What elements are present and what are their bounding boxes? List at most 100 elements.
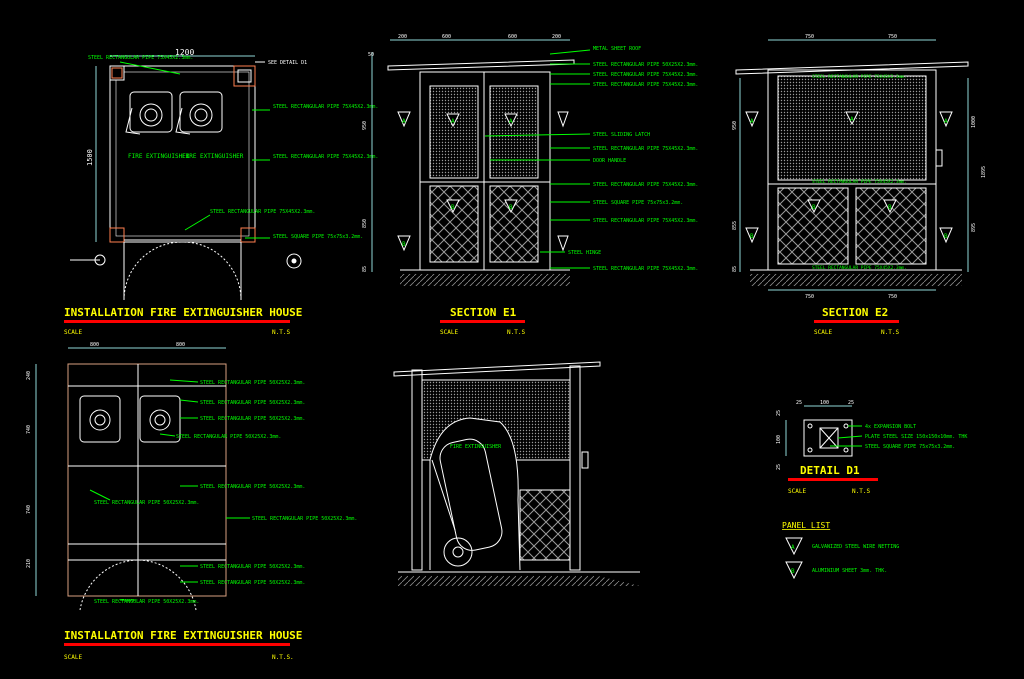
roof	[387, 59, 575, 71]
panel-list: PANEL LIST A GALVANIZED STEEL WIRE NETTI…	[782, 521, 899, 580]
callout: DOOR HANDLE	[593, 158, 626, 164]
diag-panel	[777, 187, 849, 265]
callout: STEEL RECTANGULAR PIPE 75X45X2.3mm.	[593, 82, 698, 88]
drawing-title: DETAIL D1	[800, 464, 860, 477]
dim: 200	[552, 34, 561, 40]
section-e1-labels: 200 600 600 200 50 950 850 85 A B A A B …	[362, 34, 698, 336]
title-underline	[788, 478, 878, 481]
detail-d1-labels: 25 100 25 25 100 25 4x EXPANSION BOLT PL…	[776, 400, 967, 495]
detail-d1	[785, 405, 863, 457]
callout: STEEL HINGE	[568, 250, 601, 256]
extinguisher-icon	[139, 395, 181, 443]
callout: STEEL RECTANGULAR PIPE 75X45X2.3mm.	[593, 72, 698, 78]
callout: STEEL SQUARE PIPE 75x75x3.2mm.	[865, 444, 955, 450]
dim: 750	[805, 34, 814, 40]
callout: METAL SHEET ROOF	[593, 46, 641, 52]
roof	[393, 361, 601, 377]
callout: STEEL RECTANGULAR PIPE 75X45X2.3mm.	[593, 182, 698, 188]
callout: STEEL RECTANGULAR PIPE 75X45X2.3mm.	[593, 218, 698, 224]
panel-mark: B	[451, 204, 455, 211]
extinguisher-label: FIRE EXTINGUISHER	[450, 444, 502, 450]
dim: 85	[362, 266, 368, 272]
dim: 210	[26, 559, 32, 568]
panel-list-title: PANEL LIST	[782, 521, 830, 530]
dim: 750	[805, 294, 814, 300]
plan-bottom-labels: 800 800 240 740 740 210 STEEL RECTANGULA…	[26, 342, 357, 661]
diag-panel	[489, 185, 539, 263]
callout: STEEL RECTANGULAR PIPE 50X25X2.3mm.	[200, 564, 305, 570]
corner-post	[233, 65, 256, 87]
dim: 200	[398, 34, 407, 40]
dim: 800	[176, 342, 185, 348]
callout: STEEL RECTANGULAR PIPE 50X25X2.3mm.	[200, 400, 305, 406]
extinguisher-label: FIRE EXTINGUISHER	[128, 153, 190, 160]
dim: 750	[888, 34, 897, 40]
scale-value: N.T.S	[507, 329, 525, 336]
callout: STEEL RECTANGULAR PIPE 50X25X2.3mm.	[200, 484, 305, 490]
extinguisher-icon	[125, 91, 173, 135]
title-underline	[814, 320, 899, 323]
inner-label: STEEL RECTANGULAR PIPE 75X45X2.3mm.	[812, 74, 907, 80]
title-underline	[64, 320, 290, 323]
corner-post	[240, 227, 256, 243]
callout: STEEL SQUARE PIPE 75x75x3.2mm.	[593, 200, 683, 206]
inner-label: STEEL RECTANGULAR PIPE 75X45X2.3mm.	[812, 179, 907, 185]
corner-post	[109, 227, 125, 243]
section-e1	[371, 39, 591, 286]
dim: 750	[888, 294, 897, 300]
scale-value: N.T.S	[852, 488, 870, 495]
callout: STEEL RECTANGULAR PIPE 50X25X2.3mm.	[593, 62, 698, 68]
drawing-title: INSTALLATION FIRE EXTINGUISHER HOUSE	[64, 306, 302, 319]
mesh-panel	[777, 75, 927, 181]
panel-mark: B	[750, 233, 754, 240]
base-plate	[803, 419, 853, 457]
drawing-title: INSTALLATION FIRE EXTINGUISHER HOUSE	[64, 629, 302, 642]
dim: 600	[442, 34, 451, 40]
dim: 25	[776, 410, 782, 416]
dim: 950	[732, 121, 738, 130]
mesh-panel	[429, 85, 479, 179]
mesh-panel	[489, 85, 539, 179]
dim: 895	[971, 223, 977, 232]
scale-label: SCALE	[64, 654, 82, 661]
panel-mark: A	[451, 118, 455, 125]
scale-value: N.T.S	[881, 329, 899, 336]
callout: STEEL RECTANGULAR PIPE 50X25X2.3mm.	[252, 516, 357, 522]
side-view-labels: FIRE EXTINGUISHER	[450, 444, 502, 450]
title-underline	[440, 320, 525, 323]
diag-panel	[429, 185, 479, 263]
title-underline	[64, 643, 290, 646]
callout: STEEL SLIDING LATCH	[593, 132, 650, 138]
plan-top-labels: 1200 1500 SEE DETAIL D1 FIRE EXTINGUISHE…	[64, 48, 378, 336]
scale-label: SCALE	[814, 329, 832, 336]
panel-text: GALVANIZED STEEL WIRE NETTING	[812, 544, 899, 550]
dim: 25	[796, 400, 802, 406]
panel-mark: A	[791, 544, 795, 551]
extinguisher-icon	[79, 395, 121, 443]
scale-value: N.T.S.	[272, 654, 294, 661]
dim: 240	[26, 371, 32, 380]
panel-mark: B	[944, 233, 948, 240]
inner-label: STEEL RECTANGULAR PIPE 75X45X2.3mm.	[812, 265, 907, 271]
section-e2-labels: 750 750 750 750 950 855 85 1000 1895 895…	[732, 34, 987, 336]
callout: STEEL SQUARE PIPE 75x75x3.2mm.	[273, 234, 363, 240]
dim: 1000	[971, 116, 977, 128]
plan-top	[70, 55, 302, 301]
scale-label: SCALE	[64, 329, 82, 336]
dim: 800	[90, 342, 99, 348]
callout: STEEL RECTANGULAR PIPE 75X45X2.3mm.	[273, 154, 378, 160]
dim: 100	[820, 400, 829, 406]
diag-panel	[855, 187, 927, 265]
panel-mark: A	[509, 118, 513, 125]
callout: STEEL RECTANGULAR PIPE 75X45X2.3mm.	[593, 146, 698, 152]
dim: 50	[368, 52, 374, 58]
panel-mark: B	[402, 241, 406, 248]
cad-drawing-canvas: 1200 1500 SEE DETAIL D1 FIRE EXTINGUISHE…	[26, 34, 987, 661]
dim: 100	[776, 435, 782, 444]
roof	[735, 61, 969, 75]
side-view	[393, 361, 640, 586]
post	[411, 369, 423, 571]
extinguisher-label: FIRE EXTINGUISHER	[182, 153, 244, 160]
callout: STEEL RECTANGULAR PIPE 50X25X2.3mm.	[200, 380, 305, 386]
scale-label: SCALE	[788, 488, 806, 495]
